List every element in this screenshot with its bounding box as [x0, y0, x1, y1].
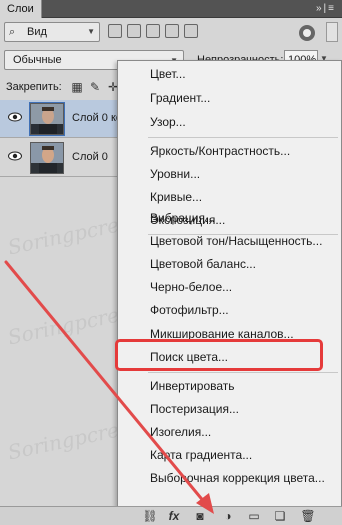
menu-item-vibrance[interactable]: Вибрация... — [150, 209, 215, 227]
filter-adjustment-icon[interactable] — [127, 24, 141, 38]
eye-icon[interactable] — [8, 151, 22, 161]
menu-item-invert[interactable]: Инвертировать — [150, 377, 235, 395]
lock-label: Закрепить: — [6, 81, 62, 93]
panel-titlebar: Слои »|≡ — [0, 0, 342, 18]
menu-item-posterize[interactable]: Постеризация... — [150, 400, 239, 418]
menu-item-photo-filter[interactable]: Фотофильтр... — [150, 301, 229, 319]
filter-row: ⌕ Вид ▼ — [4, 22, 338, 44]
adjustment-layer-icon[interactable]: ◑ — [220, 509, 236, 523]
layer-name[interactable]: Слой 0 ко — [72, 112, 122, 124]
search-icon: ⌕ — [9, 26, 16, 38]
menu-separator — [148, 137, 338, 138]
layer-filter-value: Вид — [27, 26, 47, 38]
lock-transparency-icon[interactable]: ▦ — [70, 80, 84, 94]
tab-layers[interactable]: Слои — [0, 0, 42, 18]
layer-filter-select[interactable]: ⌕ Вид ▼ — [4, 22, 100, 42]
menu-item-pattern[interactable]: Узор... — [150, 113, 186, 131]
panel-menu-icon[interactable]: »|≡ — [316, 3, 336, 14]
menu-item-solid-color[interactable]: Цвет... — [150, 65, 186, 83]
lock-brush-icon[interactable]: ✎ — [88, 80, 102, 94]
menu-item-threshold[interactable]: Изогелия... — [150, 423, 211, 441]
menu-item-color-balance[interactable]: Цветовой баланс... — [150, 255, 256, 273]
layer-thumbnail — [30, 142, 64, 174]
menu-separator — [148, 372, 338, 373]
trash-icon[interactable]: 🗑 — [300, 509, 316, 523]
fx-icon[interactable]: fx — [166, 509, 182, 523]
menu-item-hue-saturation[interactable]: Цветовой тон/Насыщенность... — [150, 232, 322, 250]
new-layer-icon[interactable]: ❏ — [272, 509, 288, 523]
menu-item-levels[interactable]: Уровни... — [150, 165, 200, 183]
tab-layers-label: Слои — [7, 3, 34, 15]
adjustment-layer-menu: Цвет... Градиент... Узор... Яркость/Конт… — [117, 60, 342, 507]
scrollbar[interactable] — [326, 22, 338, 42]
chevron-down-icon: ▼ — [87, 27, 95, 36]
eye-icon[interactable] — [8, 112, 22, 122]
menu-item-black-white[interactable]: Черно-белое... — [150, 278, 232, 296]
layer-name[interactable]: Слой 0 — [72, 151, 108, 163]
layer-thumbnail — [29, 102, 65, 136]
menu-item-selective-color[interactable]: Выборочная коррекция цвета... — [150, 469, 325, 487]
filter-pixel-icon[interactable] — [108, 24, 122, 38]
layers-bottom-toolbar: ⛓ fx ◙ ◑ ▭ ❏ 🗑 — [0, 506, 342, 525]
menu-item-gradient-map[interactable]: Карта градиента... — [150, 446, 252, 464]
filter-toggle[interactable] — [299, 25, 315, 41]
folder-icon[interactable]: ▭ — [246, 509, 262, 523]
highlight-box — [115, 339, 323, 371]
menu-item-gradient[interactable]: Градиент... — [150, 89, 210, 107]
menu-item-curves[interactable]: Кривые... — [150, 188, 202, 206]
link-icon[interactable]: ⛓ — [142, 509, 158, 523]
blend-mode-value: Обычные — [13, 54, 62, 66]
filter-shape-icon[interactable] — [165, 24, 179, 38]
filter-type-icon[interactable] — [146, 24, 160, 38]
mask-icon[interactable]: ◙ — [192, 509, 208, 523]
menu-item-brightness-contrast[interactable]: Яркость/Контрастность... — [150, 142, 290, 160]
filter-smart-object-icon[interactable] — [184, 24, 198, 38]
filter-icons — [108, 24, 198, 38]
